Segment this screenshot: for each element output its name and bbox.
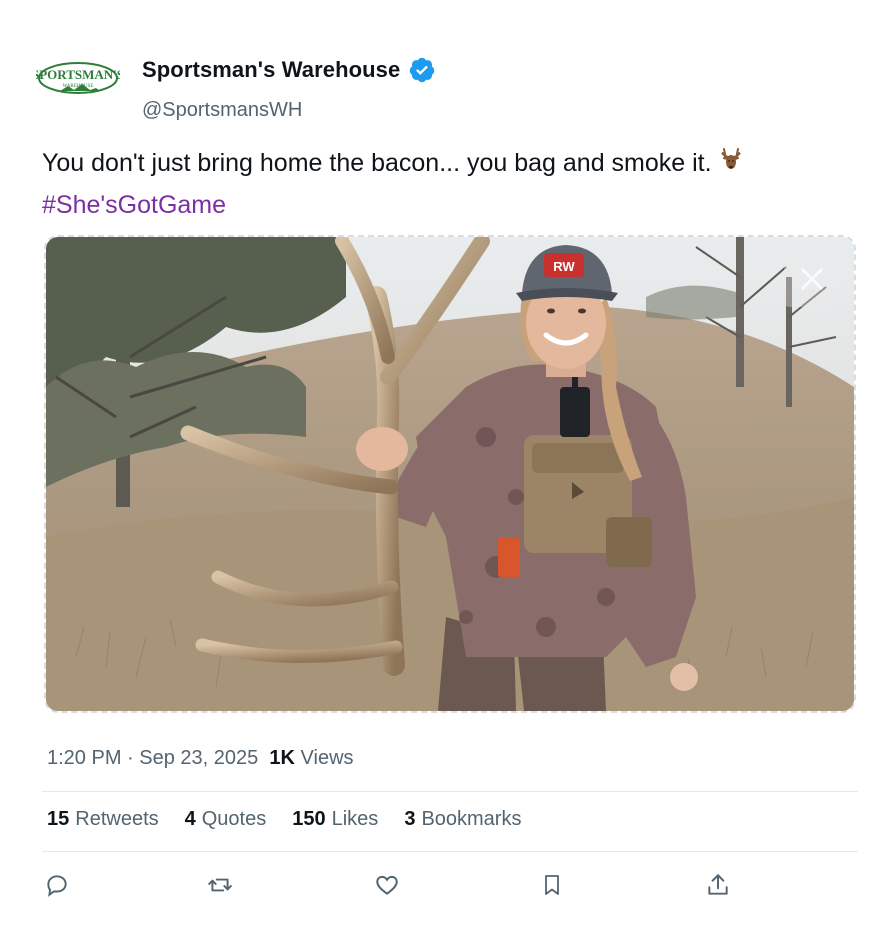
media-close-icon[interactable] — [784, 251, 840, 307]
bookmark-icon[interactable] — [537, 870, 567, 900]
divider-bottom — [42, 851, 858, 852]
tweet-meta: 1:20 PM · Sep 23, 2025 1K Views — [47, 747, 354, 770]
tweet-stats: 15 Retweets 4 Quotes 150 Likes 3 Bookmarks — [47, 808, 521, 831]
heart-icon[interactable] — [372, 870, 402, 900]
quotes-count: 4 — [184, 808, 196, 830]
sportsmans-warehouse-logo: SPORTSMAN'S WAREHOUSE — [32, 62, 124, 94]
action-bar — [0, 870, 893, 904]
reply-icon[interactable] — [42, 870, 72, 900]
tweet-media-image[interactable]: RW — [44, 235, 856, 713]
bookmarks-stat[interactable]: 3 Bookmarks — [404, 808, 521, 831]
bookmarks-label: Bookmarks — [421, 808, 522, 830]
tweet-text: You don't just bring home the bacon... y… — [42, 143, 842, 225]
verified-badge-icon[interactable] — [408, 56, 436, 84]
divider-top — [42, 791, 858, 792]
share-icon[interactable] — [703, 870, 733, 900]
bookmarks-count: 3 — [404, 808, 416, 830]
views-label: Views — [300, 747, 354, 769]
hunter-with-antler-photo: RW — [46, 237, 854, 711]
tweet-date[interactable]: Sep 23, 2025 — [139, 747, 258, 769]
quotes-stat[interactable]: 4 Quotes — [185, 808, 267, 831]
tweet-body-text: You don't just bring home the bacon... y… — [42, 149, 712, 177]
likes-stat[interactable]: 150 Likes — [292, 808, 378, 831]
likes-count: 150 — [292, 808, 326, 830]
name-row: Sportsman's Warehouse — [142, 56, 436, 84]
retweets-stat[interactable]: 15 Retweets — [47, 808, 159, 831]
likes-label: Likes — [331, 808, 379, 830]
account-avatar[interactable]: SPORTSMAN'S WAREHOUSE — [32, 50, 124, 106]
retweets-label: Retweets — [75, 808, 159, 830]
hashtag-link[interactable]: #She'sGotGame — [42, 191, 226, 219]
meta-separator: · — [127, 747, 134, 769]
tweet-time[interactable]: 1:20 PM — [47, 747, 121, 769]
deer-icon — [718, 145, 744, 185]
retweet-icon[interactable] — [205, 870, 235, 900]
logo-text-top: SPORTSMAN'S — [36, 67, 120, 82]
account-handle[interactable]: @SportsmansWH — [142, 99, 302, 122]
quotes-label: Quotes — [201, 808, 267, 830]
tweet-card: SPORTSMAN'S WAREHOUSE Sportsman's Wareho… — [0, 0, 893, 942]
retweets-count: 15 — [47, 808, 70, 830]
cap-logo-text: RW — [553, 259, 575, 274]
views-count: 1K — [269, 747, 295, 769]
display-name[interactable]: Sportsman's Warehouse — [142, 57, 400, 83]
